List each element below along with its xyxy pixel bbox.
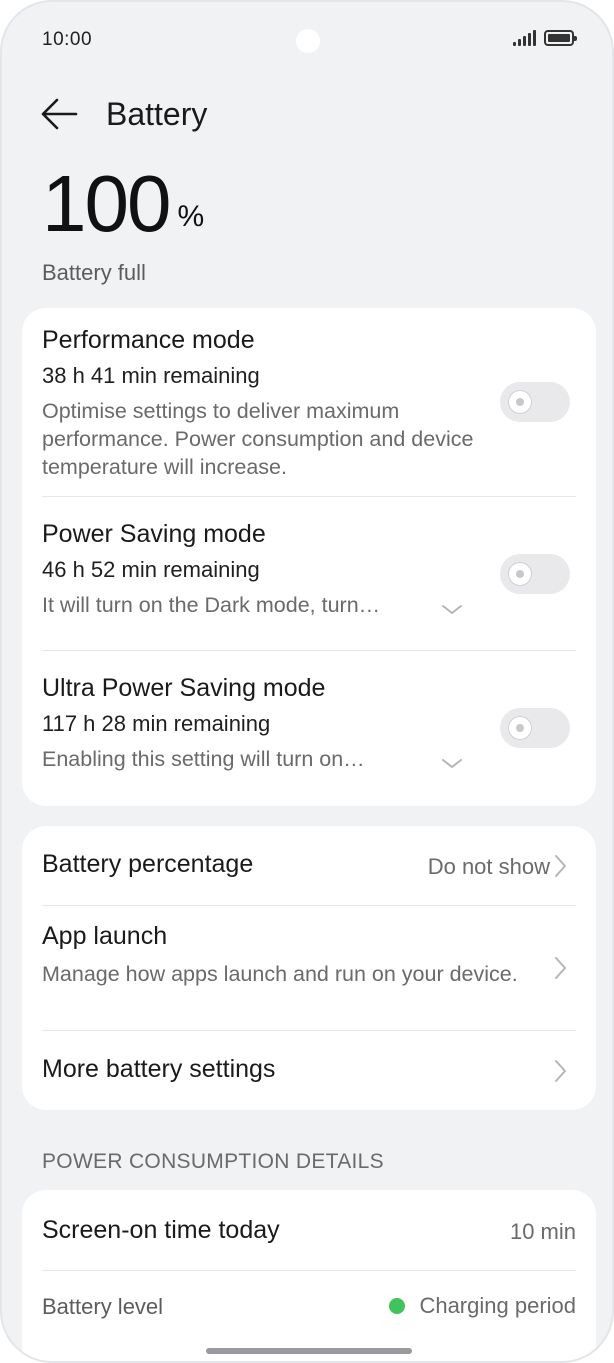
ultra-power-saving-mode-description: Enabling this setting will turn on… xyxy=(42,747,365,771)
power-consumption-card: Screen-on time today 10 min Battery leve… xyxy=(22,1190,596,1361)
divider xyxy=(42,650,576,651)
battery-modes-card: Performance mode 38 h 41 min remaining O… xyxy=(22,308,596,806)
ultra-power-saving-mode-remaining: 117 h 28 min remaining xyxy=(42,711,271,736)
app-launch-label: App launch xyxy=(42,922,168,950)
charging-period-label: Charging period xyxy=(419,1293,576,1318)
performance-mode-description: Optimise settings to deliver maximum per… xyxy=(42,399,474,479)
status-icons xyxy=(513,30,577,46)
performance-mode-toggle[interactable] xyxy=(500,382,570,422)
battery-percentage-value: Do not show xyxy=(427,854,550,879)
chevron-right-icon xyxy=(555,957,566,979)
more-battery-settings-row[interactable]: More battery settings xyxy=(42,1031,576,1110)
battery-percent: 100 % xyxy=(42,162,204,246)
home-indicator[interactable] xyxy=(206,1348,412,1354)
power-consumption-section-label: POWER CONSUMPTION DETAILS xyxy=(42,1150,384,1173)
battery-settings-card: Battery percentage Do not show App launc… xyxy=(22,826,596,1110)
battery-status-icon xyxy=(544,30,577,46)
page-header: Battery xyxy=(40,90,207,138)
status-time: 10:00 xyxy=(42,29,93,50)
battery-level-label: Battery level xyxy=(42,1294,164,1319)
screen-on-time-row[interactable]: Screen-on time today 10 min xyxy=(42,1190,576,1270)
back-button[interactable] xyxy=(40,92,84,136)
power-saving-mode-remaining: 46 h 52 min remaining xyxy=(42,557,260,582)
battery-percentage-row[interactable]: Battery percentage Do not show xyxy=(42,826,576,906)
chevron-down-icon[interactable] xyxy=(440,598,464,622)
toggle-knob xyxy=(508,562,532,586)
toggle-knob xyxy=(508,716,532,740)
chevron-right-icon xyxy=(555,855,566,877)
divider xyxy=(42,496,576,497)
page-title: Battery xyxy=(106,95,208,132)
charging-period-legend: Charging period xyxy=(389,1293,576,1319)
legend-dot xyxy=(389,1298,406,1314)
battery-percent-value: 100 xyxy=(42,159,171,248)
front-camera xyxy=(296,29,320,53)
more-battery-settings-label: More battery settings xyxy=(42,1055,276,1083)
power-saving-mode-toggle[interactable] xyxy=(500,554,570,594)
ultra-power-saving-mode-title: Ultra Power Saving mode xyxy=(42,674,326,702)
performance-mode-remaining: 38 h 41 min remaining xyxy=(42,363,260,388)
phone-screen: 10:00 Battery 100 % Battery full Perform… xyxy=(0,0,614,1363)
battery-level-row: Battery level Charging period xyxy=(42,1271,576,1331)
battery-percent-sign: % xyxy=(177,200,205,233)
ultra-power-saving-mode-toggle[interactable] xyxy=(500,708,570,748)
chevron-down-icon[interactable] xyxy=(440,752,464,776)
screen-on-time-label: Screen-on time today xyxy=(42,1216,280,1244)
status-bar: 10:00 xyxy=(40,24,577,56)
app-launch-row[interactable]: App launch Manage how apps launch and ru… xyxy=(42,906,576,1030)
battery-status-text: Battery full xyxy=(42,260,146,285)
chevron-right-icon xyxy=(555,1060,566,1082)
power-saving-mode-title: Power Saving mode xyxy=(42,520,266,548)
power-saving-mode-row[interactable]: Power Saving mode 46 h 52 min remaining … xyxy=(42,520,576,640)
performance-mode-row[interactable]: Performance mode 38 h 41 min remaining O… xyxy=(42,326,576,496)
back-arrow-icon xyxy=(41,98,78,130)
performance-mode-title: Performance mode xyxy=(42,326,255,354)
app-launch-description: Manage how apps launch and run on your d… xyxy=(42,962,518,986)
screen-on-time-value: 10 min xyxy=(509,1219,576,1244)
signal-icon xyxy=(513,30,536,46)
toggle-knob xyxy=(508,390,532,414)
battery-percentage-label: Battery percentage xyxy=(42,850,254,878)
ultra-power-saving-mode-row[interactable]: Ultra Power Saving mode 117 h 28 min rem… xyxy=(42,674,576,794)
power-saving-mode-description: It will turn on the Dark mode, turn… xyxy=(42,593,381,617)
